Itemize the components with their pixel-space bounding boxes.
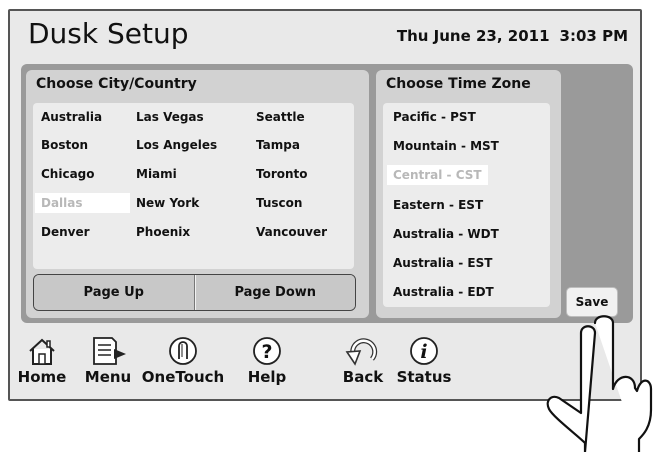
- city-item[interactable]: Chicago: [35, 164, 130, 184]
- city-item[interactable]: Toronto: [250, 164, 350, 184]
- city-panel-title: Choose City/Country: [36, 76, 197, 92]
- document-menu-icon: [93, 337, 126, 365]
- status-button[interactable]: i Status: [394, 335, 454, 386]
- question-circle-icon: ?: [253, 337, 281, 365]
- city-item-selected[interactable]: Dallas: [35, 193, 130, 213]
- help-label: Help: [247, 368, 287, 386]
- curved-arrow-icon: [345, 338, 378, 366]
- touch-button-icon: [169, 337, 197, 365]
- city-panel: Choose City/Country Australia Boston Chi…: [26, 70, 369, 318]
- status-label: Status: [396, 368, 452, 386]
- city-item[interactable]: Denver: [35, 222, 130, 242]
- city-item[interactable]: Miami: [130, 164, 248, 184]
- settings-area: Choose City/Country Australia Boston Chi…: [21, 64, 633, 323]
- time-label: 3:03 PM: [559, 27, 628, 45]
- svg-text:i: i: [420, 341, 427, 363]
- city-item[interactable]: Tuscon: [250, 193, 350, 213]
- timezone-panel: Choose Time Zone Pacific - PST Mountain …: [376, 70, 561, 318]
- svg-text:?: ?: [261, 341, 272, 363]
- house-icon: [29, 338, 55, 365]
- onetouch-label: OneTouch: [141, 368, 225, 386]
- city-item[interactable]: Australia: [35, 107, 130, 127]
- page-title: Dusk Setup: [28, 17, 189, 50]
- home-button[interactable]: Home: [16, 335, 68, 386]
- city-item[interactable]: Los Angeles: [130, 135, 248, 155]
- city-item[interactable]: Seattle: [250, 107, 350, 127]
- timezone-panel-title: Choose Time Zone: [386, 76, 531, 92]
- date-label: Thu June 23, 2011: [396, 27, 550, 45]
- date-time-display: Thu June 23, 2011 3:03 PM: [397, 27, 628, 45]
- help-button[interactable]: ? Help: [242, 335, 292, 386]
- city-item[interactable]: Las Vegas: [130, 107, 248, 127]
- city-item[interactable]: Vancouver: [250, 222, 350, 242]
- timezone-item[interactable]: Mountain - MST: [387, 136, 505, 156]
- home-label: Home: [17, 368, 67, 386]
- back-button[interactable]: Back: [335, 335, 391, 386]
- city-item[interactable]: Boston: [35, 135, 130, 155]
- timezone-item[interactable]: Australia - EST: [387, 253, 498, 273]
- timezone-item[interactable]: Australia - WDT: [387, 224, 505, 244]
- timezone-item[interactable]: Australia - EDT: [387, 282, 500, 302]
- timezone-item[interactable]: Pacific - PST: [387, 107, 482, 127]
- timezone-list: Pacific - PST Mountain - MST Central - C…: [383, 103, 550, 307]
- city-item[interactable]: New York: [130, 193, 248, 213]
- menu-button[interactable]: Menu: [80, 335, 136, 386]
- pointing-hand-icon: [546, 315, 653, 452]
- page-down-button[interactable]: Page Down: [194, 275, 355, 310]
- city-pager: Page Up Page Down: [33, 274, 356, 311]
- city-item[interactable]: Phoenix: [130, 222, 248, 242]
- header: Dusk Setup Thu June 23, 2011 3:03 PM: [10, 11, 640, 63]
- timezone-item[interactable]: Eastern - EST: [387, 195, 489, 215]
- info-circle-icon: i: [410, 337, 438, 365]
- city-list: Australia Boston Chicago Dallas Denver L…: [33, 103, 354, 269]
- menu-label: Menu: [84, 368, 132, 386]
- timezone-item-selected[interactable]: Central - CST: [387, 165, 488, 185]
- page-up-button[interactable]: Page Up: [34, 275, 195, 310]
- back-label: Back: [342, 368, 384, 386]
- onetouch-button[interactable]: OneTouch: [140, 335, 226, 386]
- city-item[interactable]: Tampa: [250, 135, 350, 155]
